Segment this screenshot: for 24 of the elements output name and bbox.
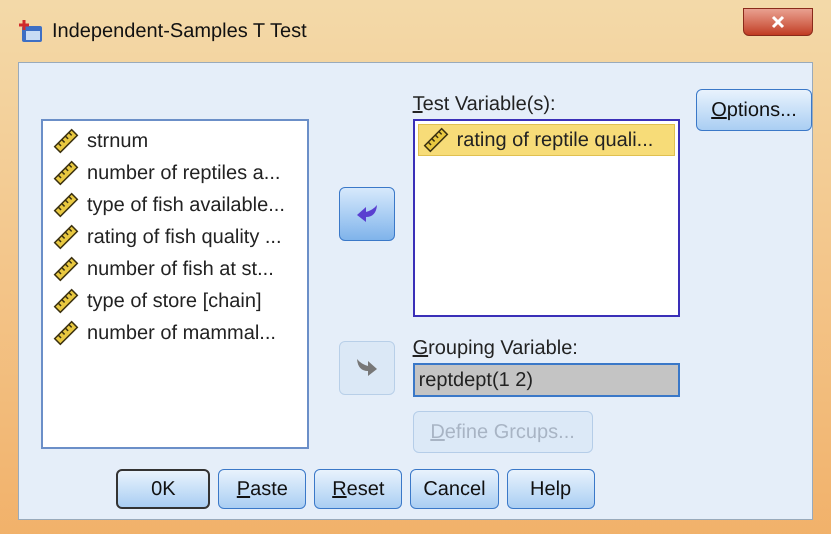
move-button[interactable] [338,187,395,241]
test-variables-label: Test Variable(s): [412,92,557,117]
close-icon [771,15,785,29]
dialog-button[interactable]: Paste [218,469,306,509]
left-arrow-icon [356,204,378,224]
window-title: Independent-Samples T Test [52,19,307,44]
grouping-variable-label: Grouping Variable: [412,336,579,361]
variable-item[interactable]: strnum [49,125,301,157]
dialog-button[interactable]: 0K [116,469,210,509]
dialog-button[interactable]: Reset [314,469,402,509]
close-button[interactable] [743,8,813,36]
options-button[interactable]: Options... [696,89,812,131]
variable-item[interactable]: number of mammal... [49,317,301,349]
variable-item[interactable]: number of fish at st... [49,253,301,285]
variable-item[interactable]: type of fish available... [49,189,301,221]
dialog-button[interactable]: Help [506,469,595,509]
variable-item[interactable]: rating of fish quality ... [49,221,301,253]
app-icon [18,18,44,44]
right-arrow-icon [356,358,378,378]
dialog-button[interactable]: Cancel [410,469,499,509]
variable-item[interactable]: number of reptiles a... [49,157,301,189]
variable-item[interactable]: rating of reptile quali... [418,124,675,156]
grouping-variable-field[interactable]: reptdept(1 2) [412,363,680,397]
variable-item[interactable]: type of store [chain] [49,285,301,317]
